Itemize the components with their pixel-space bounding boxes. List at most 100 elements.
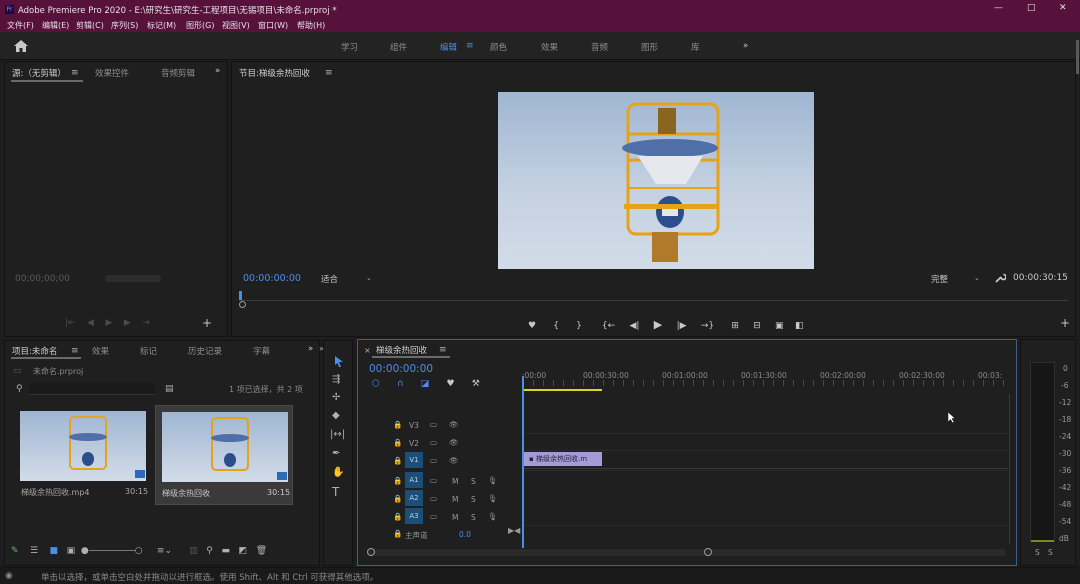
maximize-button[interactable]: □ [1027, 3, 1036, 13]
scroll-start-handle[interactable] [367, 548, 375, 556]
a2-mute[interactable]: M [452, 495, 458, 504]
ripple-edit-tool-icon[interactable]: ✢ [332, 393, 340, 403]
menu-clip[interactable]: 剪辑(C) [76, 20, 104, 31]
v3-eye-icon[interactable]: 👁 [449, 420, 459, 429]
v2-eye-icon[interactable]: 👁 [449, 438, 459, 447]
project-search-input[interactable] [29, 382, 155, 395]
scroll-end-handle[interactable] [704, 548, 712, 556]
a3-sync-icon[interactable]: ▭ [430, 512, 437, 521]
program-fit-dropdown[interactable]: 适合 [321, 273, 338, 285]
a3-mute[interactable]: M [452, 513, 458, 522]
source-timecode[interactable]: 00;00;00;00 [15, 274, 70, 284]
timeline-timecode[interactable]: 00:00:00:00 [369, 363, 433, 375]
source-zoom-scrollbar[interactable] [105, 275, 161, 282]
a1-mute[interactable]: M [452, 477, 458, 486]
pencil-icon[interactable]: ✎ [11, 546, 19, 556]
ws-audio[interactable]: 音频 [591, 41, 608, 53]
tab-effects[interactable]: 效果 [92, 345, 109, 357]
add-marker-icon[interactable]: ♥ [446, 379, 454, 389]
a2-solo[interactable]: S [471, 495, 476, 504]
program-ruler[interactable] [239, 300, 1069, 301]
new-item-icon[interactable]: ◩ [239, 546, 248, 556]
timeline-title[interactable]: 梯级余热回收 [376, 344, 427, 356]
v3-lock-icon[interactable]: 🔒 [393, 420, 402, 429]
program-timecode[interactable]: 00:00:00:00 [243, 273, 301, 284]
source-insert-icon[interactable]: ⇥ [142, 318, 150, 328]
source-step-forward-icon[interactable]: ▶ [124, 318, 131, 328]
program-video-frame[interactable] [498, 92, 814, 269]
solo-right-button[interactable]: S [1048, 548, 1053, 557]
nest-icon[interactable]: ⬡ [372, 379, 380, 389]
source-step-back-icon[interactable]: ◀ [87, 318, 94, 328]
menu-help[interactable]: 帮助(H) [297, 20, 325, 31]
solo-left-button[interactable]: S [1035, 548, 1040, 557]
automate-icon[interactable]: ▥ [189, 546, 198, 556]
step-forward-icon[interactable]: |▶ [677, 321, 687, 331]
new-bin-search-icon[interactable]: ▤ [165, 384, 174, 394]
v2-track-lane[interactable] [524, 434, 1008, 451]
tab-source[interactable]: 源:（无剪辑） [12, 67, 66, 79]
ws-more-button[interactable]: » [743, 41, 748, 51]
tab-effect-controls[interactable]: 效果控件 [95, 67, 129, 79]
new-bin-icon[interactable]: ▬ [221, 546, 230, 556]
list-view-icon[interactable]: ☰ [30, 546, 38, 556]
go-to-in-icon[interactable]: {← [602, 321, 615, 331]
v1-target[interactable]: V1 [405, 452, 423, 468]
track-select-tool-icon[interactable]: ⇶ [332, 375, 340, 385]
program-add-button-icon[interactable]: + [1060, 317, 1070, 329]
menu-file[interactable]: 文件(F) [7, 20, 34, 31]
a3-mic-icon[interactable]: 🎙 [488, 512, 498, 521]
source-add-button-icon[interactable]: + [202, 317, 212, 329]
slip-tool-icon[interactable]: |↔| [330, 430, 345, 440]
mark-in-icon[interactable]: { [553, 321, 559, 331]
program-quality-dropdown[interactable]: 完整 [931, 273, 948, 285]
source-menu-icon[interactable]: ≡ [71, 68, 79, 78]
v3-track-lane[interactable] [524, 417, 1008, 434]
project-item-sequence[interactable]: 梯级余热回收 30:15 [155, 405, 293, 505]
a1-lock-icon[interactable]: 🔒 [393, 476, 402, 485]
a2-target[interactable]: A2 [405, 490, 423, 506]
a1-solo[interactable]: S [471, 477, 476, 486]
quality-chevron-down-icon[interactable]: ⌄ [974, 273, 980, 283]
menu-markers[interactable]: 标记(M) [147, 20, 176, 31]
ws-libraries[interactable]: 库 [691, 41, 700, 53]
timeline-settings-wrench-icon[interactable]: ⚒ [472, 379, 480, 389]
ws-color[interactable]: 颜色 [490, 41, 507, 53]
project-item-mp4[interactable]: 梯级余热回收.mp4 30:15 [17, 408, 149, 504]
type-tool-icon[interactable]: T [332, 486, 339, 498]
ws-menu-icon[interactable]: ≡ [466, 41, 474, 51]
a1-sync-icon[interactable]: ▭ [430, 476, 437, 485]
timeline-menu-icon[interactable]: ≡ [439, 345, 447, 355]
v1-lock-icon[interactable]: 🔒 [393, 456, 402, 465]
find-icon[interactable]: ⚲ [206, 546, 213, 556]
fit-chevron-down-icon[interactable]: ⌄ [366, 273, 372, 283]
icon-view-icon[interactable]: ■ [50, 546, 59, 556]
project-menu-icon[interactable]: ≡ [71, 346, 79, 356]
trash-icon[interactable]: 🗑 [256, 546, 267, 556]
timeline-work-area-bar[interactable] [524, 389, 602, 391]
menu-sequence[interactable]: 序列(S) [111, 20, 138, 31]
program-menu-icon[interactable]: ≡ [325, 68, 333, 78]
a2-sync-icon[interactable]: ▭ [430, 494, 437, 503]
ws-learn[interactable]: 学习 [341, 41, 358, 53]
close-button[interactable]: ✕ [1059, 3, 1067, 13]
ws-graphics[interactable]: 图形 [641, 41, 658, 53]
program-scroll-handle[interactable] [239, 301, 246, 308]
hand-tool-icon[interactable]: ✋ [332, 468, 344, 478]
project-more-button[interactable]: » [308, 344, 313, 354]
snap-icon[interactable]: ∩ [397, 379, 404, 389]
tab-captions[interactable]: 字幕 [253, 345, 270, 357]
linked-selection-icon[interactable]: ◪ [421, 379, 430, 389]
tools-more-icon[interactable]: » [319, 344, 324, 354]
sort-icon[interactable]: ≡⌄ [157, 546, 172, 556]
zoom-slider[interactable] [88, 550, 135, 551]
program-playhead-marker[interactable] [239, 291, 242, 300]
tab-markers[interactable]: 标记 [140, 345, 157, 357]
menu-view[interactable]: 视图(V) [222, 20, 250, 31]
play-icon[interactable]: ▶ [654, 318, 662, 331]
pen-tool-icon[interactable]: ✒ [332, 449, 340, 459]
window-edge-scrollbar[interactable] [1076, 40, 1079, 74]
master-value[interactable]: 0.0 [459, 530, 471, 539]
menu-graphics[interactable]: 图形(G) [186, 20, 214, 31]
v2-sync-icon[interactable]: ▭ [430, 438, 437, 447]
